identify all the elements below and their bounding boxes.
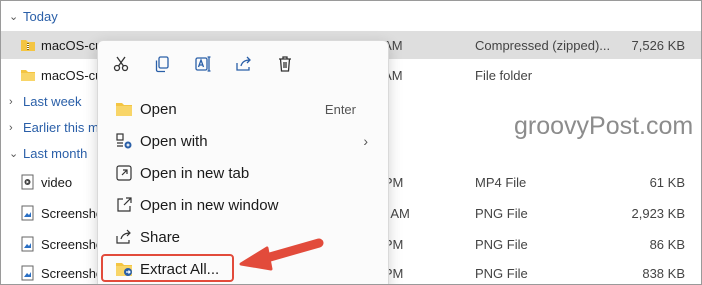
cut-icon[interactable] bbox=[110, 53, 132, 75]
open-with-icon bbox=[114, 131, 134, 151]
file-name: Screensho bbox=[41, 265, 104, 281]
chevron-down-icon: ⌄ bbox=[9, 11, 19, 23]
delete-icon[interactable] bbox=[274, 53, 296, 75]
group-label: Last month bbox=[23, 146, 88, 161]
group-label: Earlier this mo bbox=[23, 120, 107, 135]
menu-item-label: Open in new window bbox=[140, 196, 279, 214]
share-icon[interactable] bbox=[233, 53, 255, 75]
group-header-earlier-this-month[interactable]: › Earlier this mo bbox=[9, 120, 106, 135]
file-size: 61 KB bbox=[649, 174, 685, 190]
new-window-icon bbox=[114, 195, 134, 215]
chevron-down-icon: ⌄ bbox=[9, 148, 19, 160]
file-name: video bbox=[41, 174, 73, 190]
highlight-arrow bbox=[239, 238, 324, 271]
share-icon bbox=[114, 227, 134, 247]
image-file-icon bbox=[20, 236, 36, 252]
menu-item-shortcut: Enter bbox=[324, 101, 356, 117]
group-header-last-month[interactable]: ⌄ Last month bbox=[9, 146, 87, 161]
group-label: Today bbox=[23, 9, 58, 24]
file-size: 2,923 KB bbox=[631, 205, 686, 221]
image-file-icon bbox=[20, 265, 36, 281]
menu-item-label: Share bbox=[140, 228, 181, 246]
group-header-last-week[interactable]: › Last week bbox=[9, 94, 82, 109]
menu-item-label: Open bbox=[140, 100, 177, 118]
file-size: 838 KB bbox=[642, 265, 685, 281]
file-explorer-list: ⌄ Today › Last week › Earlier this mo ⌄ … bbox=[0, 0, 702, 285]
file-type: File folder bbox=[475, 67, 533, 83]
chevron-right-icon: › bbox=[363, 133, 368, 149]
menu-item-open-with[interactable]: Open with › bbox=[104, 126, 382, 156]
video-file-icon bbox=[20, 174, 36, 190]
copy-icon[interactable] bbox=[151, 53, 173, 75]
menu-item-label: Open with bbox=[140, 132, 208, 150]
context-menu-toolbar bbox=[110, 53, 296, 75]
file-name: Screensho bbox=[41, 236, 104, 252]
chevron-right-icon: › bbox=[9, 95, 13, 108]
file-type: PNG File bbox=[475, 236, 528, 252]
new-tab-icon bbox=[114, 163, 134, 183]
file-type: PNG File bbox=[475, 265, 528, 281]
group-label: Last week bbox=[23, 94, 82, 109]
menu-item-open-new-window[interactable]: Open in new window bbox=[104, 190, 382, 220]
highlight-box bbox=[101, 254, 234, 282]
file-type: Compressed (zipped)... bbox=[475, 37, 611, 53]
menu-item-label: Open in new tab bbox=[140, 164, 250, 182]
file-size: 7,526 KB bbox=[631, 37, 686, 53]
image-file-icon bbox=[20, 205, 36, 221]
rename-icon[interactable] bbox=[192, 53, 214, 75]
file-size: 86 KB bbox=[649, 236, 685, 252]
folder-icon bbox=[20, 67, 36, 83]
watermark: groovyPost.com bbox=[514, 112, 694, 140]
file-name: Screensho bbox=[41, 205, 104, 221]
group-header-today[interactable]: ⌄ Today bbox=[9, 9, 58, 24]
file-type: MP4 File bbox=[475, 174, 527, 190]
chevron-right-icon: › bbox=[9, 121, 13, 134]
zip-folder-icon bbox=[20, 37, 36, 53]
folder-icon bbox=[114, 99, 134, 119]
menu-item-open[interactable]: Open Enter bbox=[104, 94, 382, 124]
file-type: PNG File bbox=[475, 205, 528, 221]
menu-item-open-new-tab[interactable]: Open in new tab bbox=[104, 158, 382, 188]
